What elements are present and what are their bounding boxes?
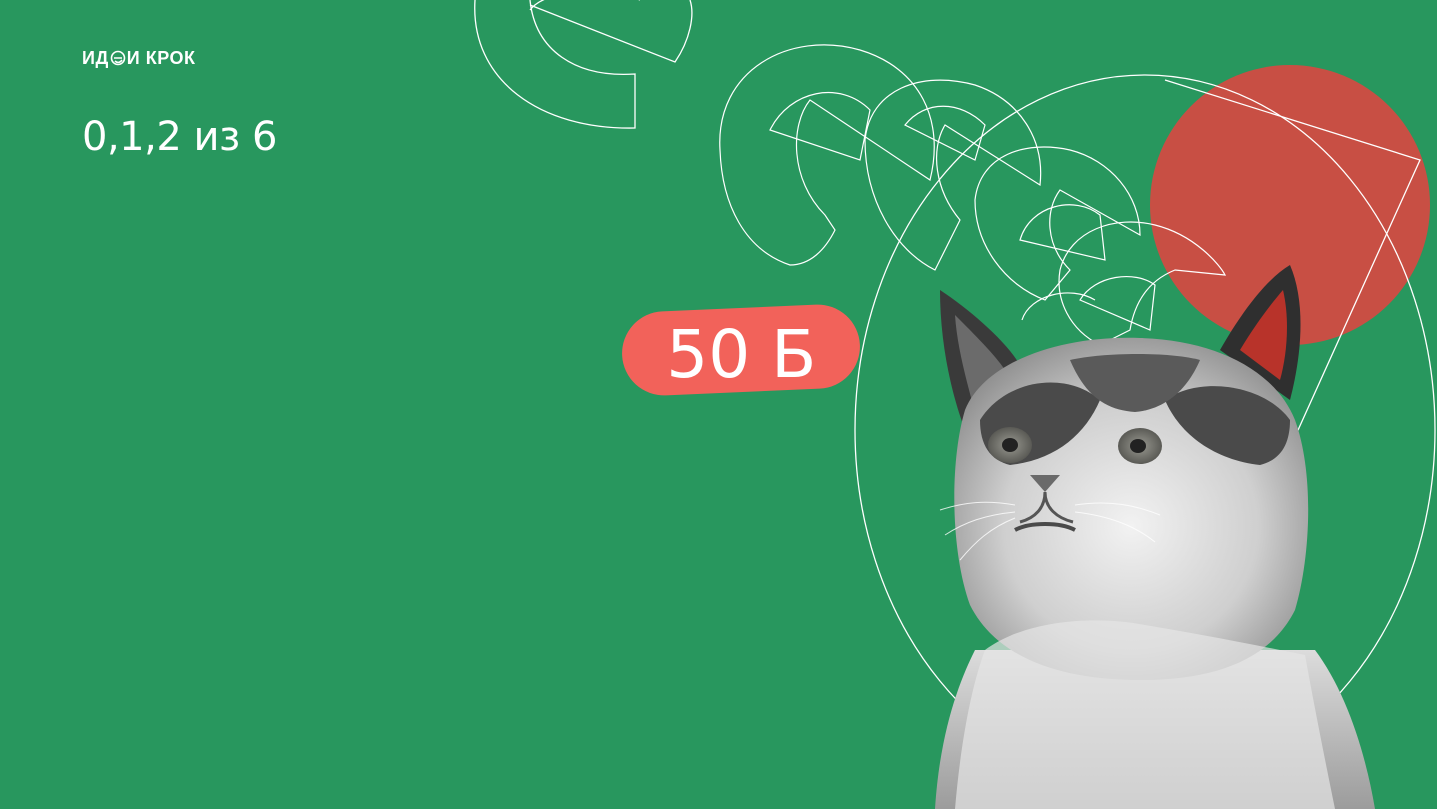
logo-text-left: ИД (82, 47, 109, 68)
outline-letter-top (474, 0, 693, 129)
slide: ИД И КРОК 0,1,2 из 6 50 Б (0, 0, 1437, 809)
logo-mark-icon (110, 50, 126, 66)
brand-logo: ИД И КРОК (82, 47, 195, 69)
points-badge: 50 Б (620, 302, 862, 398)
question-counter: 0,1,2 из 6 (82, 114, 277, 160)
cat-photo (935, 265, 1375, 809)
logo-text-right: И КРОК (126, 47, 196, 68)
points-value: 50 Б (666, 315, 817, 393)
